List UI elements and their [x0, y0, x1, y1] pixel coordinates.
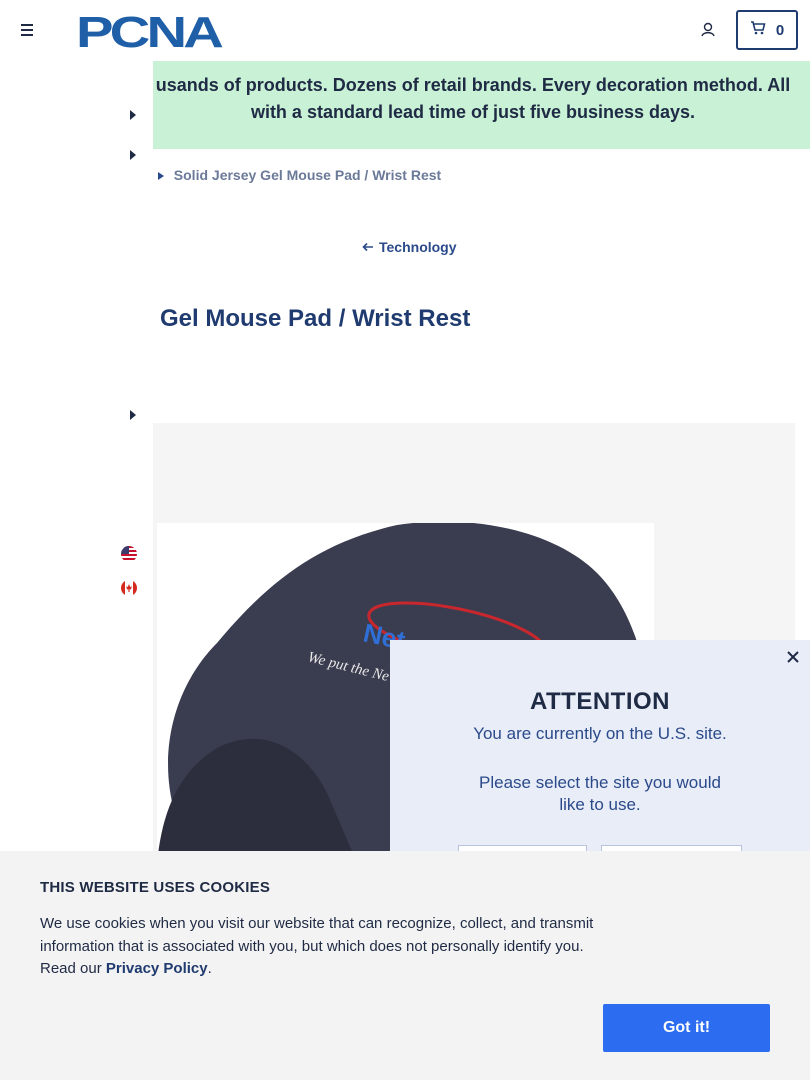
product-title: y Gel Mouse Pad / Wrist Rest — [140, 305, 471, 332]
chevron-right-icon[interactable] — [130, 147, 136, 160]
cart-icon — [750, 21, 766, 39]
arrow-left-icon — [362, 239, 374, 255]
us-flag-icon[interactable] — [121, 546, 137, 562]
back-to-category-link[interactable]: Technology — [362, 239, 457, 255]
side-nav — [0, 61, 153, 851]
site-header: PCNA 0 — [0, 0, 810, 61]
cookie-suffix: . — [207, 960, 212, 977]
privacy-policy-link[interactable]: Privacy Policy — [106, 960, 208, 977]
cookie-title: THIS WEBSITE USES COOKIES — [40, 879, 271, 896]
site-select-modal: ATTENTION You are currently on the U.S. … — [390, 640, 810, 875]
back-link-label: Technology — [379, 239, 457, 255]
modal-prompt: Please select the site you would like to… — [479, 773, 721, 814]
chevron-right-icon — [157, 167, 164, 183]
cookie-body: We use cookies when you visit our websit… — [40, 913, 600, 981]
close-icon[interactable] — [786, 650, 800, 664]
ca-flag-icon[interactable] — [121, 580, 137, 596]
chevron-right-icon[interactable] — [130, 407, 136, 420]
pcna-logo[interactable]: PCNA — [76, 8, 226, 57]
breadcrumb-current: Solid Jersey Gel Mouse Pad / Wrist Rest — [173, 167, 442, 183]
modal-message: You are currently on the U.S. site. — [473, 724, 727, 743]
user-icon[interactable] — [698, 20, 718, 40]
accept-cookies-button[interactable]: Got it! — [603, 1004, 770, 1052]
cart-count: 0 — [775, 21, 785, 39]
chevron-right-icon[interactable] — [130, 107, 136, 120]
logo-text: PCNA — [76, 10, 223, 50]
breadcrumb: y Solid Jersey Gel Mouse Pad / Wrist Res… — [140, 167, 441, 183]
modal-title: ATTENTION — [529, 688, 671, 715]
cookie-banner: THIS WEBSITE USES COOKIES We use cookies… — [0, 851, 810, 1080]
cart-button[interactable]: 0 — [736, 10, 798, 50]
menu-icon[interactable] — [20, 22, 36, 38]
